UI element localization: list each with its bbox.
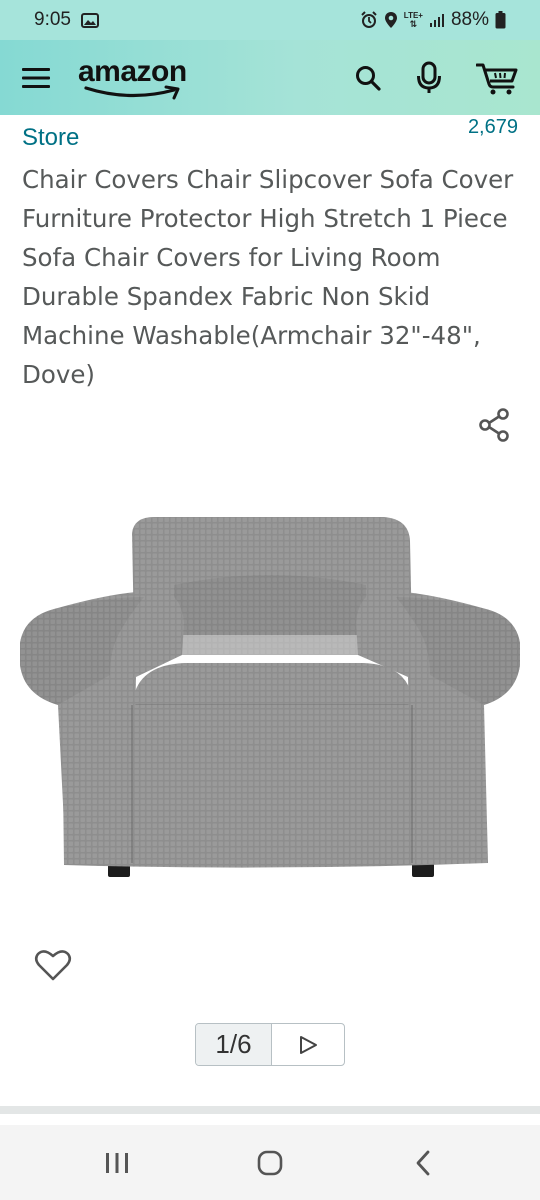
alarm-icon: [360, 11, 378, 29]
search-button[interactable]: [354, 64, 382, 92]
product-title: Chair Covers Chair Slipcover Sofa Cover …: [22, 165, 514, 389]
status-bar: 9:05 LTE+ ⇅ 88%: [0, 0, 540, 40]
pager-count: 1/6: [196, 1024, 272, 1065]
image-icon: [80, 12, 99, 28]
battery-icon: [495, 11, 506, 29]
voice-search-button[interactable]: [416, 61, 442, 95]
wishlist-button[interactable]: [34, 948, 72, 986]
status-left: 9:05: [34, 9, 99, 31]
app-header: amazon: [0, 40, 540, 115]
home-icon: [257, 1150, 283, 1175]
cart-button[interactable]: [476, 61, 520, 95]
home-button[interactable]: [240, 1138, 300, 1188]
signal-icon: [429, 12, 445, 28]
status-right: LTE+ ⇅ 88%: [360, 9, 506, 31]
share-icon: [479, 408, 509, 442]
smile-icon: [84, 85, 180, 99]
cart-icon: [476, 63, 518, 94]
armchair-image: [20, 517, 520, 877]
heart-icon: [34, 950, 72, 981]
menu-button[interactable]: [20, 62, 52, 94]
image-pager: 1/6: [195, 1023, 345, 1066]
next-image-button[interactable]: [272, 1024, 344, 1065]
menu-icon: [22, 67, 50, 88]
ratings-count[interactable]: 2,679: [468, 116, 518, 139]
amazon-logo[interactable]: amazon: [78, 55, 198, 101]
store-link[interactable]: Store: [22, 124, 79, 152]
back-icon: [416, 1150, 430, 1175]
back-button[interactable]: [393, 1138, 453, 1188]
search-icon: [356, 65, 381, 91]
logo-text: amazon: [78, 54, 187, 88]
recents-icon: [105, 1152, 128, 1173]
header-actions: [354, 61, 520, 95]
share-button[interactable]: [476, 406, 514, 444]
play-next-icon: [300, 1035, 317, 1054]
system-nav-bar: [0, 1125, 540, 1200]
product-image[interactable]: [14, 505, 526, 885]
location-icon: [384, 11, 398, 29]
section-divider: [0, 1106, 540, 1114]
microphone-icon: [417, 61, 441, 93]
battery-percent: 88%: [450, 9, 489, 30]
lte-icon: LTE+ ⇅: [403, 11, 423, 29]
recents-button[interactable]: [87, 1138, 147, 1188]
status-time: 9:05: [34, 9, 71, 30]
